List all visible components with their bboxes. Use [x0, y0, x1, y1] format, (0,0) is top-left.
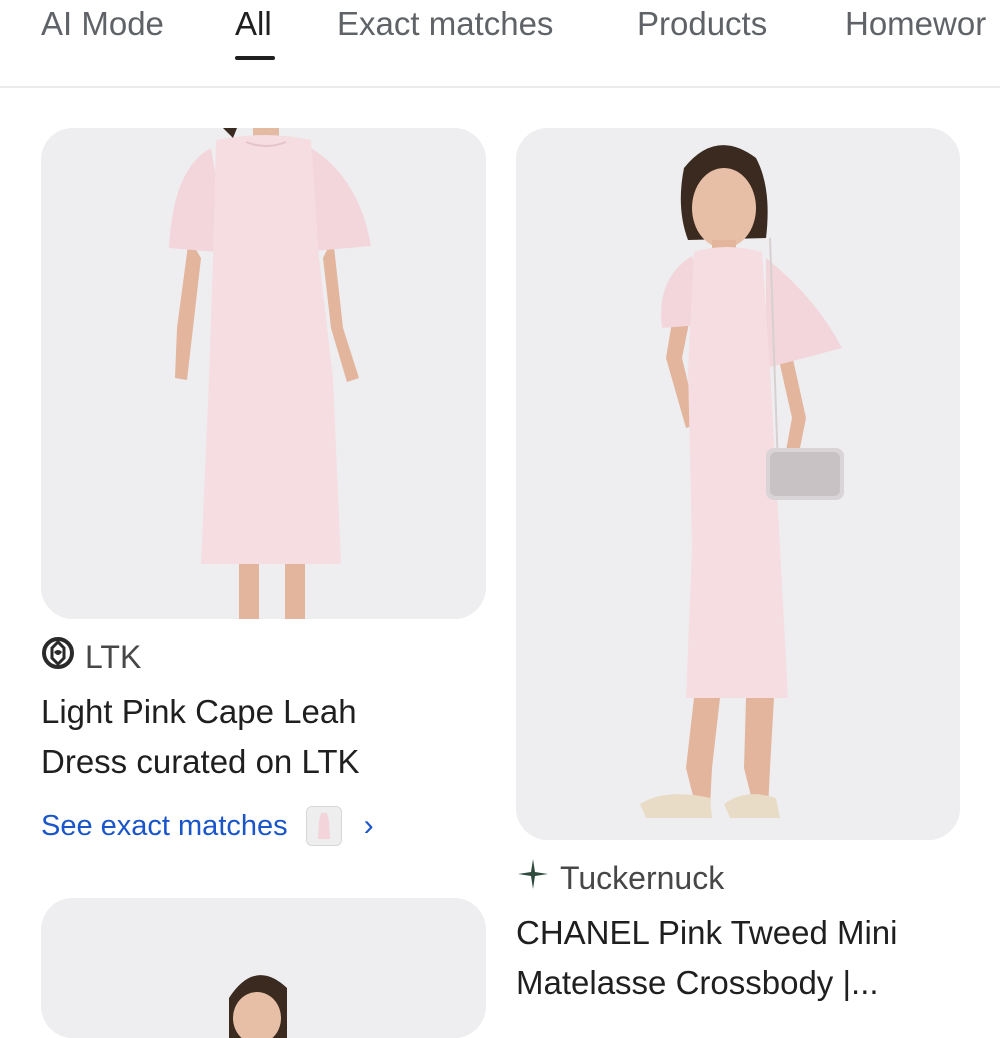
tab-homework[interactable]: Homewor — [845, 4, 986, 44]
result-title-tuckernuck[interactable]: CHANEL Pink Tweed Mini Matelasse Crossbo… — [516, 908, 897, 1008]
dress-photo — [41, 128, 486, 619]
tab-ai-mode[interactable]: AI Mode — [41, 4, 164, 44]
see-exact-matches-link[interactable]: See exact matches › — [41, 806, 374, 846]
title-line-1: Light Pink Cape Leah — [41, 693, 357, 730]
result-title-ltk[interactable]: Light Pink Cape Leah Dress curated on LT… — [41, 687, 360, 787]
search-tabs: AI Mode All Exact matches Products Homew… — [0, 0, 1000, 88]
exact-matches-label: See exact matches — [41, 809, 288, 842]
result-source-tuckernuck[interactable]: Tuckernuck — [516, 857, 724, 899]
tab-products[interactable]: Products — [637, 4, 767, 44]
dress-thumbnail-icon — [305, 806, 342, 846]
title-line-2: Dress curated on LTK — [41, 743, 360, 780]
ltk-logo-icon — [41, 636, 75, 678]
tab-exact-matches[interactable]: Exact matches — [337, 4, 553, 44]
title-line-1: CHANEL Pink Tweed Mini — [516, 914, 898, 951]
title-line-2: Matelasse Crossbody |... — [516, 964, 879, 1001]
result-image-third[interactable] — [41, 898, 486, 1038]
source-label: Tuckernuck — [560, 859, 725, 896]
result-image-ltk[interactable] — [41, 128, 486, 619]
model-photo — [516, 128, 960, 840]
partial-photo — [41, 898, 486, 1038]
sparkle-logo-icon — [516, 857, 550, 899]
chevron-right-icon: › — [363, 809, 374, 842]
tab-all[interactable]: All — [235, 4, 272, 44]
active-tab-indicator — [235, 56, 275, 60]
result-image-tuckernuck[interactable] — [516, 128, 960, 840]
result-source-ltk[interactable]: LTK — [41, 636, 141, 678]
source-label: LTK — [85, 638, 142, 675]
